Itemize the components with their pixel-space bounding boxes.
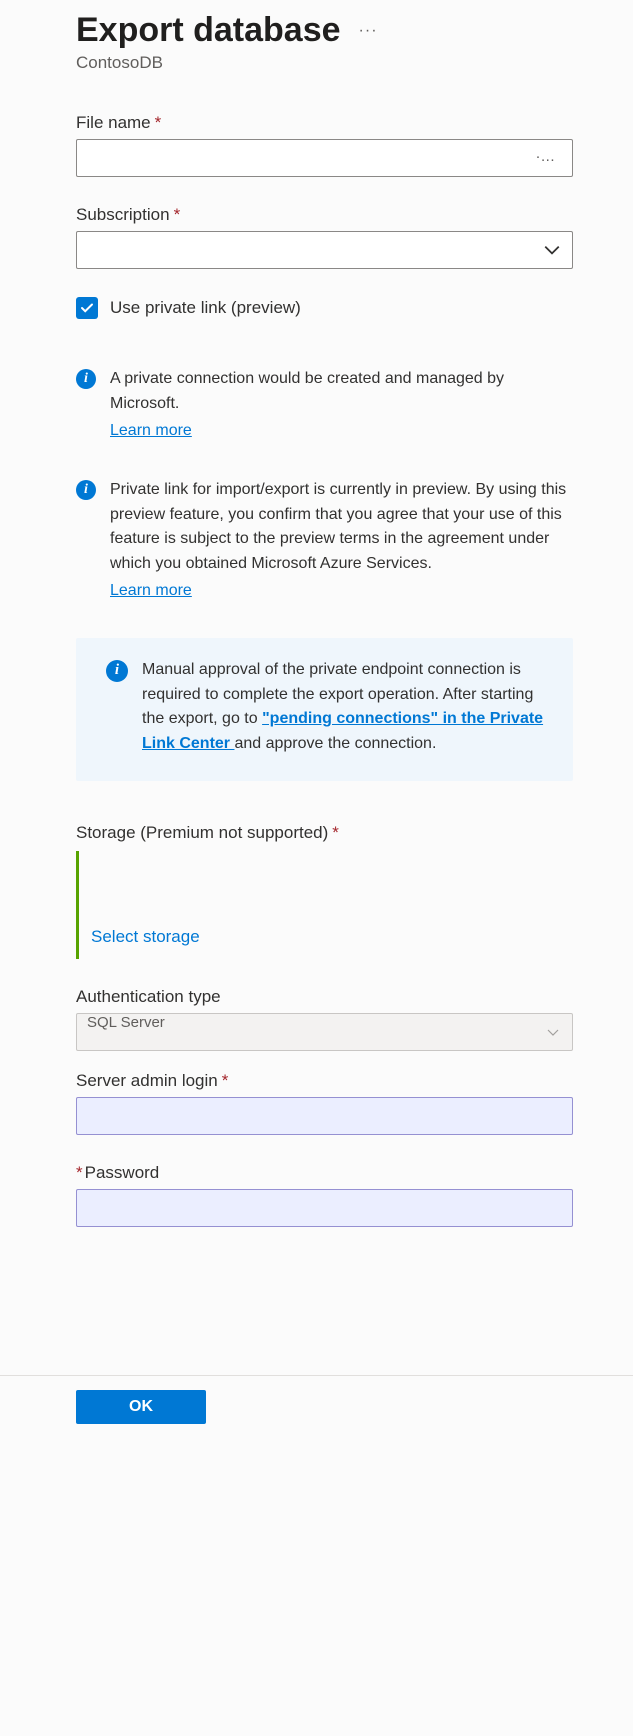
learn-more-link[interactable]: Learn more: [110, 579, 192, 604]
info-icon: i: [106, 660, 128, 682]
storage-label: Storage (Premium not supported)*: [76, 823, 573, 843]
file-name-input[interactable]: [76, 139, 573, 177]
admin-login-input[interactable]: [76, 1097, 573, 1135]
learn-more-link[interactable]: Learn more: [110, 419, 192, 444]
info-callout-text: Manual approval of the private endpoint …: [142, 658, 553, 757]
auth-type-select[interactable]: SQL Server: [76, 1013, 573, 1051]
info-icon: i: [76, 480, 96, 500]
private-link-checkbox[interactable]: [76, 297, 98, 319]
subscription-select[interactable]: [76, 231, 573, 269]
storage-block: Select storage: [76, 851, 573, 959]
select-storage-link[interactable]: Select storage: [91, 927, 200, 947]
info-message-1: A private connection would be created an…: [110, 367, 573, 443]
info-icon: i: [76, 369, 96, 389]
info-callout: i Manual approval of the private endpoin…: [76, 638, 573, 781]
more-icon[interactable]: ···: [359, 22, 378, 40]
password-input[interactable]: [76, 1189, 573, 1227]
password-label: *Password: [76, 1163, 573, 1183]
file-name-label: File name*: [76, 113, 573, 133]
subscription-label: Subscription*: [76, 205, 573, 225]
auth-type-label: Authentication type: [76, 987, 573, 1007]
private-link-label: Use private link (preview): [110, 298, 301, 318]
page-title: Export database: [76, 12, 341, 49]
ok-button[interactable]: OK: [76, 1390, 206, 1424]
info-message-2: Private link for import/export is curren…: [110, 478, 573, 604]
admin-login-label: Server admin login*: [76, 1071, 573, 1091]
subtitle: ContosoDB: [76, 53, 573, 73]
